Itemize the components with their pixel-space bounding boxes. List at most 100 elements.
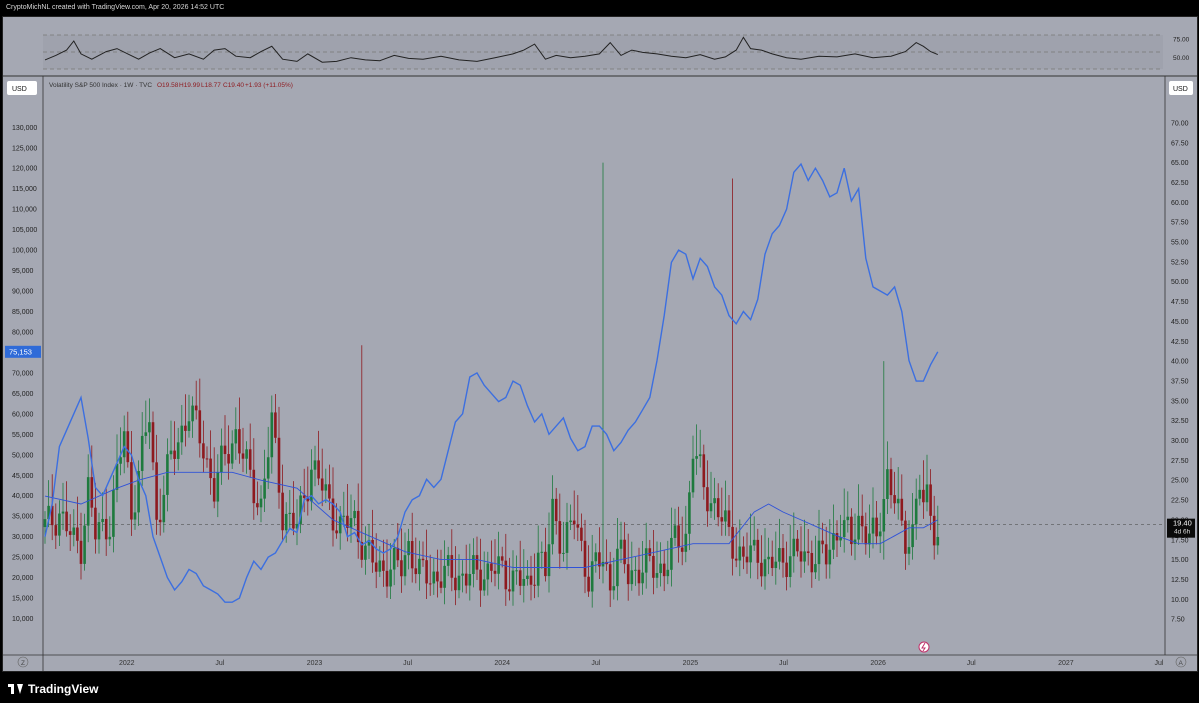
candle-body: [810, 552, 814, 573]
candle-body: [479, 569, 482, 591]
right-tick-label: 12.50: [1171, 577, 1189, 584]
candle-body: [83, 525, 86, 564]
candle-body: [637, 569, 641, 584]
vix-chart[interactable]: 75.00 50.00 Volatility S&P 500 Index · 1W…: [3, 17, 1197, 671]
candle-body: [259, 498, 263, 508]
candle-body: [133, 512, 137, 520]
candle-body: [670, 537, 673, 570]
candle-body: [176, 442, 180, 459]
candle-body: [486, 563, 490, 580]
candle-body: [497, 556, 500, 574]
candle-body: [533, 584, 536, 586]
time-tick-label: Jul: [1154, 660, 1163, 667]
candle-body: [173, 450, 176, 459]
candle-body: [353, 510, 356, 519]
candle-body: [342, 515, 346, 517]
left-tick-label: 120,000: [12, 166, 37, 173]
candle-body: [767, 556, 770, 560]
left-tick-label: 70,000: [12, 370, 34, 377]
candle-body: [770, 556, 774, 569]
left-tick-label: 40,000: [12, 493, 34, 500]
candle-body: [482, 579, 486, 591]
candle-body: [187, 421, 191, 431]
candle-body: [666, 569, 670, 577]
indicator-icon[interactable]: [918, 641, 930, 653]
candle-body: [508, 589, 511, 592]
left-tick-label: 90,000: [12, 289, 34, 296]
left-tick-label: 85,000: [12, 309, 34, 316]
right-tick-label: 10.00: [1171, 597, 1189, 604]
candle-body: [634, 569, 637, 571]
candle-body: [112, 489, 115, 537]
candle-body: [101, 518, 104, 523]
candle-body: [554, 498, 558, 522]
candle-body: [914, 498, 918, 525]
left-tick-label: 30,000: [12, 534, 34, 541]
candle-body: [562, 552, 565, 554]
candle-body: [572, 520, 576, 525]
candle-body: [655, 573, 659, 578]
candle-body: [763, 559, 767, 577]
candle-body: [198, 410, 202, 444]
candle-body: [266, 457, 270, 479]
time-axis: 2022 Jul 2023 Jul 2024 Jul 2025 Jul 2026 Jul 2027 J…: [119, 660, 1164, 667]
candle-body: [320, 478, 324, 491]
candle-body: [896, 498, 900, 504]
candle-body: [216, 472, 220, 502]
candle-body: [868, 533, 871, 545]
candle-body: [68, 531, 72, 535]
right-tick-label: 65.00: [1171, 160, 1189, 167]
candle-body: [432, 571, 436, 584]
left-tick-label: 35,000: [12, 514, 34, 521]
candle-body: [191, 405, 194, 422]
candle-body: [97, 522, 101, 540]
candle-body: [425, 560, 428, 584]
left-last-value: 75,153: [9, 347, 32, 356]
candle-body: [209, 458, 212, 479]
candle-body: [842, 520, 846, 537]
left-tick-label: 125,000: [12, 145, 37, 152]
legend-high: H19.99: [179, 82, 200, 89]
candle-body: [734, 558, 738, 561]
left-currency-button[interactable]: USD: [7, 81, 37, 95]
rsi-axis: 75.00 50.00: [1173, 36, 1190, 62]
candle-body: [378, 560, 382, 572]
candle-body: [922, 489, 925, 503]
candle-body: [194, 405, 198, 411]
candle-body: [104, 518, 108, 540]
candle-body: [220, 445, 223, 473]
candle-body: [695, 456, 698, 459]
legend-close: C19.40: [223, 82, 244, 89]
candle-body: [540, 551, 544, 553]
candle-body: [158, 519, 162, 523]
candle-body: [781, 548, 785, 563]
candle-body: [745, 556, 749, 563]
candle-body: [594, 552, 598, 562]
candle-body: [205, 458, 209, 460]
candle-body: [227, 454, 230, 464]
candle-body: [576, 524, 580, 528]
candle-body: [893, 495, 896, 504]
candle-body: [918, 489, 922, 499]
candle-body: [691, 458, 695, 493]
candle-body: [644, 548, 648, 573]
candle-body: [774, 561, 778, 569]
right-currency-button[interactable]: USD: [1169, 81, 1193, 95]
right-tick-label: 17.50: [1171, 537, 1189, 544]
candle-body: [396, 547, 400, 561]
candle-body: [166, 454, 169, 495]
candle-body: [108, 536, 112, 540]
auto-scale-button[interactable]: A: [1175, 656, 1187, 668]
reset-scale-button[interactable]: Z: [17, 656, 29, 668]
candle-body: [778, 548, 781, 562]
candle-body: [814, 564, 817, 573]
tradingview-logo[interactable]: TradingView: [8, 682, 98, 696]
candle-body: [317, 460, 320, 479]
right-tick-label: 62.50: [1171, 180, 1189, 187]
candle-body: [662, 563, 666, 577]
candle-body: [850, 516, 853, 545]
candle-body: [677, 525, 680, 548]
left-currency-label: USD: [12, 86, 27, 93]
candle-body: [817, 540, 821, 565]
candle-body: [727, 510, 731, 527]
